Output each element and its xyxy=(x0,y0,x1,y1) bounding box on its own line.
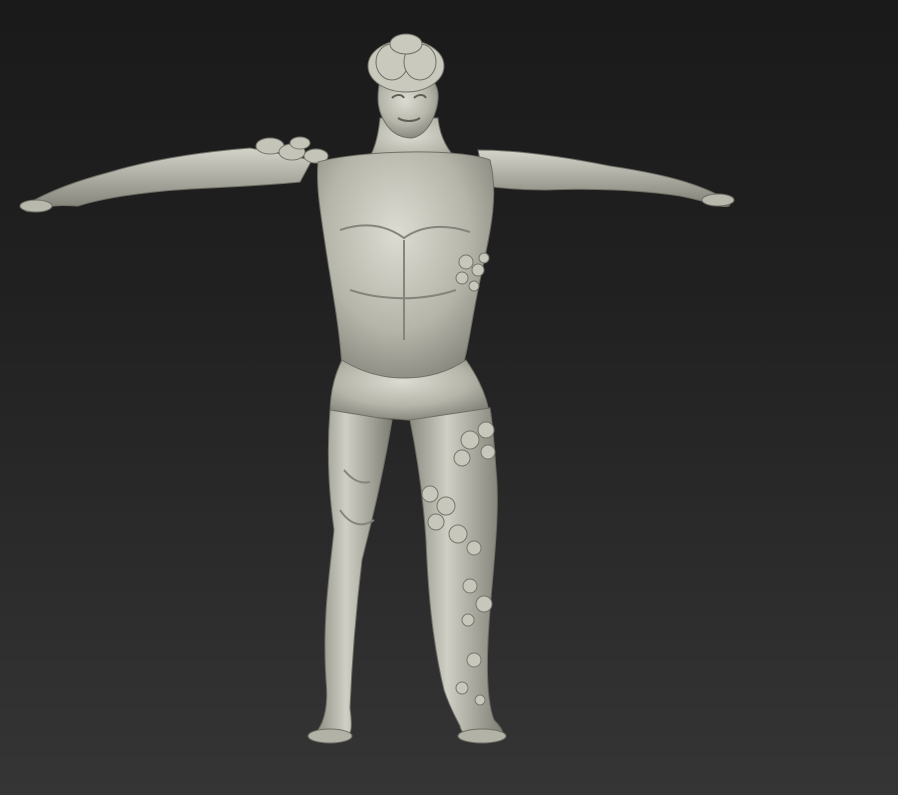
left-foot xyxy=(307,728,353,744)
left-arm xyxy=(23,147,313,213)
left-hand xyxy=(19,199,53,213)
cranium-bulb xyxy=(367,33,445,93)
right-hand xyxy=(701,193,735,207)
left-leg xyxy=(314,409,393,741)
creature-sculpt-model[interactable] xyxy=(0,0,898,795)
right-foot xyxy=(457,728,507,744)
right-arm xyxy=(477,149,731,207)
3d-viewport[interactable] xyxy=(0,0,898,795)
